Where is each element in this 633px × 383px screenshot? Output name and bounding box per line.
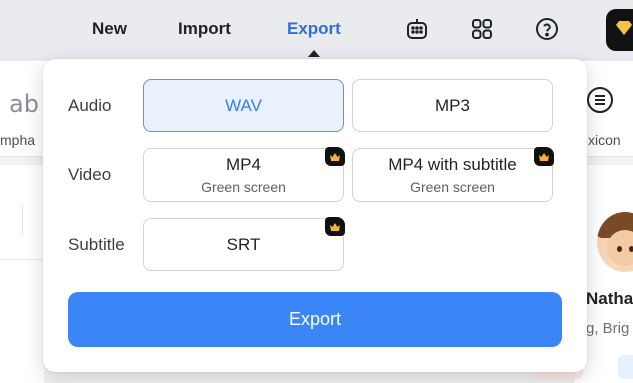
- diamond-icon: [615, 20, 633, 41]
- menu-import[interactable]: Import: [178, 19, 231, 39]
- format-mp4-subtitle-option[interactable]: MP4 with subtitle Green screen: [352, 147, 554, 202]
- audio-label: Audio: [68, 96, 112, 115]
- help-icon[interactable]: [534, 16, 560, 42]
- format-mp3-label: MP3: [435, 95, 470, 115]
- export-button[interactable]: Export: [68, 292, 562, 347]
- subtitle-label: Subtitle: [68, 235, 125, 254]
- crown-icon: [325, 147, 345, 166]
- voice-name: Natha: [586, 289, 633, 308]
- globe-badge: [618, 355, 633, 379]
- format-wav-label: WAV: [225, 95, 262, 115]
- editor-panel: [0, 165, 44, 383]
- format-srt-option[interactable]: SRT: [143, 217, 345, 271]
- menu-active-caret: [308, 50, 320, 57]
- menu-export[interactable]: Export: [287, 19, 341, 39]
- crown-icon: [325, 217, 345, 236]
- format-mp4-subtitle-sublabel: Green screen: [410, 179, 495, 195]
- tool-left-label: mpha: [0, 132, 36, 148]
- export-dropdown: Audio Video Subtitle WAV MP3 MP4 Green s…: [43, 59, 587, 372]
- video-label: Video: [68, 165, 112, 184]
- format-mp4-subtitle-label: MP4 with subtitle: [388, 155, 517, 174]
- format-wav-option[interactable]: WAV: [143, 79, 344, 132]
- lexicon-icon[interactable]: [587, 87, 613, 113]
- voice-meta: g, Brig: [586, 320, 630, 337]
- premium-button[interactable]: [606, 9, 633, 51]
- format-mp4-option[interactable]: MP4 Green screen: [143, 147, 345, 202]
- tool-right-label: xicon: [588, 132, 621, 148]
- crown-icon: [534, 147, 554, 166]
- format-mp4-label: MP4: [226, 155, 261, 174]
- top-bar: New Import Export: [0, 0, 633, 60]
- format-mp3-option[interactable]: MP3: [352, 79, 553, 132]
- text-style-icon[interactable]: ab: [9, 90, 39, 118]
- format-mp4-sublabel: Green screen: [201, 179, 286, 195]
- apps-grid-icon[interactable]: [469, 16, 495, 42]
- keyboard-robot-icon[interactable]: [404, 16, 430, 42]
- menu-new[interactable]: New: [92, 19, 127, 39]
- format-srt-label: SRT: [226, 234, 261, 254]
